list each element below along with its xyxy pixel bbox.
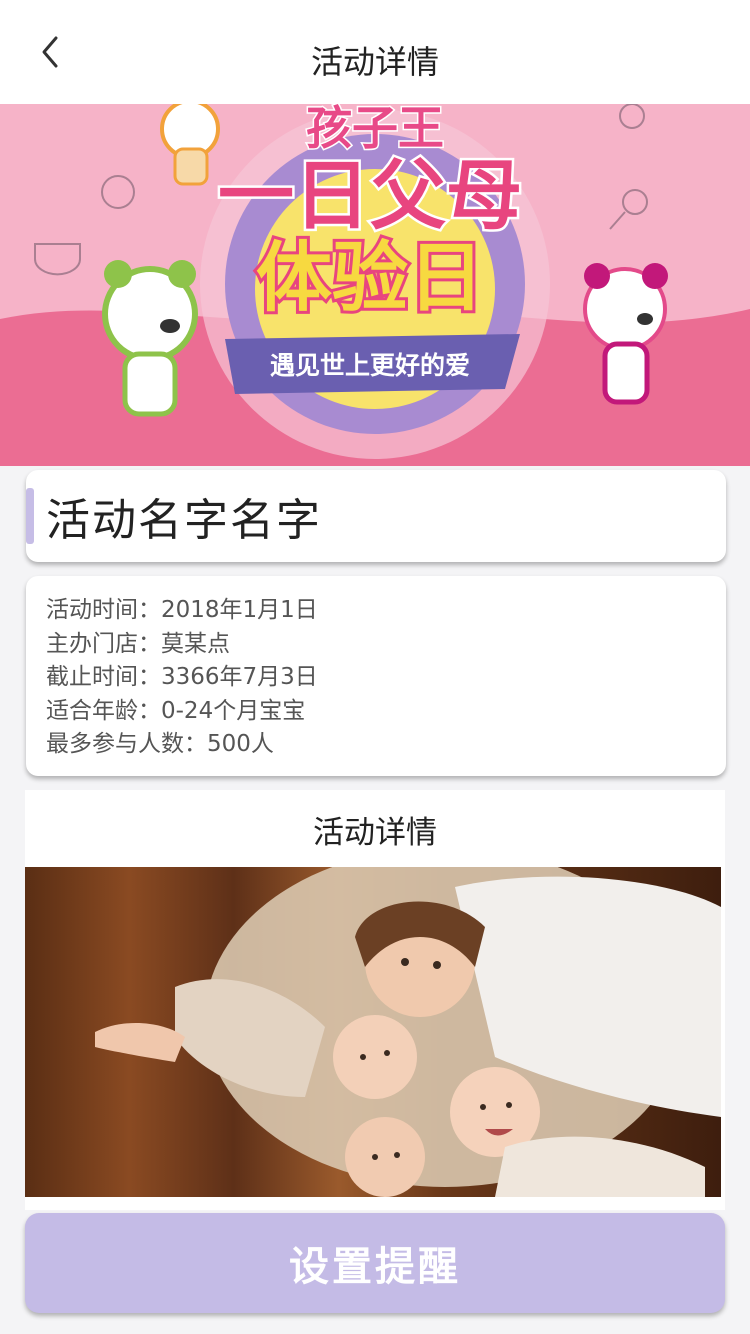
banner-ribbon: 遇见世上更好的爱 [270, 351, 470, 380]
activity-banner: 孩子王 一日父母 体验日 遇见世上更好的爱 [0, 104, 750, 466]
banner-line1: 孩子王 [306, 104, 444, 155]
children-lying-photo [25, 867, 721, 1197]
info-time: 活动时间：2018年1月1日 [46, 597, 318, 623]
info-age: 适合年龄：0-24个月宝宝 [46, 697, 306, 724]
detail-title: 活动详情 [313, 814, 437, 851]
banner-line2: 一日父母 [218, 151, 522, 240]
activity-info-card: 活动时间：2018年1月1日 主办门店：莫某点 截止时间：3366年7月3日 适… [26, 576, 726, 776]
back-button[interactable] [30, 30, 70, 74]
page-title: 活动详情 [310, 43, 439, 81]
navigation-bar: 活动详情 [0, 0, 750, 104]
activity-name-card: 活动名字名字 [26, 470, 726, 562]
info-store: 主办门店：莫某点 [46, 630, 230, 657]
activity-detail-section: 活动详情 [25, 790, 725, 1210]
chevron-left-icon [42, 36, 58, 68]
activity-name: 活动名字名字 [46, 495, 322, 546]
banner-line3: 体验日 [256, 233, 484, 322]
info-deadline: 截止时间：3366年7月3日 [46, 664, 318, 690]
info-max-participants: 最多参与人数：500人 [46, 731, 274, 757]
name-accent-bar [26, 488, 34, 544]
set-reminder-button[interactable]: 设置提醒 [25, 1213, 725, 1313]
